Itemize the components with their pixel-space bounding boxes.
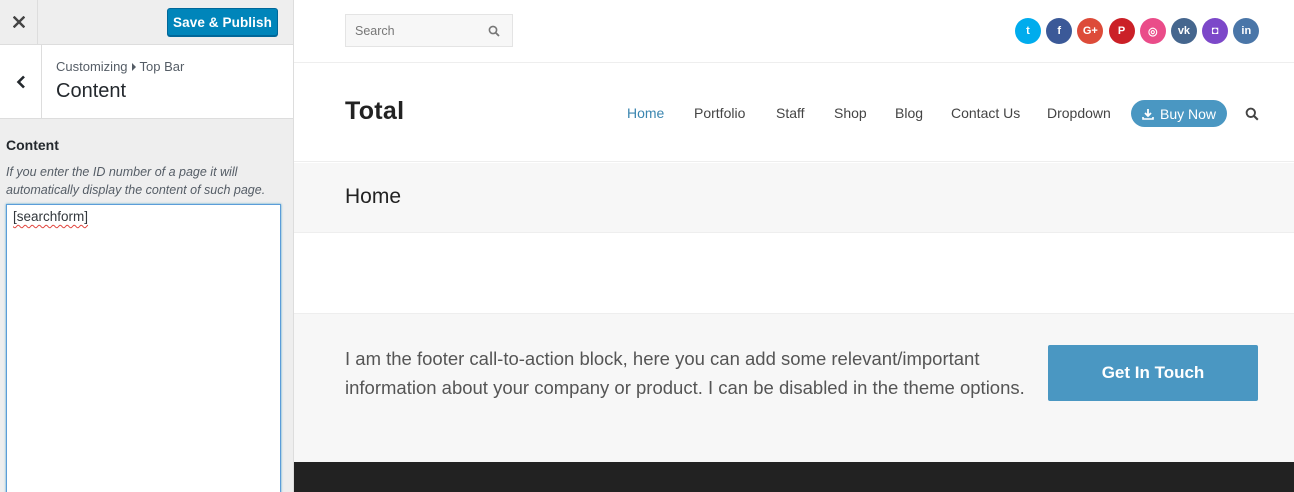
google-plus-icon[interactable]: G+ (1077, 18, 1104, 44)
buy-now-button[interactable]: Buy Now (1131, 100, 1227, 127)
nav-item-contact-us[interactable]: Contact Us (951, 105, 1020, 121)
breadcrumb: Customizing Top Bar (56, 59, 184, 74)
search-input[interactable] (346, 15, 486, 46)
page-title: Home (345, 185, 402, 208)
save-publish-button[interactable]: Save & Publish (167, 8, 278, 36)
section-title: Content (56, 80, 127, 102)
back-button[interactable] (0, 45, 42, 118)
nav-item-staff[interactable]: Staff (776, 105, 805, 121)
social-links: t f G+ P ◎ vk ◘ in (1015, 18, 1265, 44)
search-icon[interactable] (488, 25, 500, 37)
vk-icon[interactable]: vk (1170, 18, 1197, 44)
nav-item-home[interactable]: Home (627, 105, 664, 121)
site-footer (294, 462, 1294, 492)
top-bar: tfG+P◎vk◘in (294, 0, 1294, 63)
download-icon (1142, 108, 1154, 120)
close-customizer-button[interactable] (0, 0, 38, 44)
nav-item-shop[interactable]: Shop (834, 105, 867, 121)
instagram-icon[interactable]: ◘ (1202, 18, 1229, 44)
close-icon (12, 16, 25, 28)
site-logo[interactable]: Total (345, 97, 404, 126)
customizer-sidebar: Save & Publish Customizing Top Bar Conten… (0, 0, 294, 492)
caret-right-icon (131, 63, 136, 72)
top-bar-search (345, 14, 513, 47)
nav-item-portfolio[interactable]: Portfolio (694, 105, 745, 121)
get-in-touch-button[interactable]: Get In Touch (1048, 345, 1258, 401)
breadcrumb-current: Top Bar (139, 59, 185, 74)
cta-text: I am the footer call-to-action block, he… (345, 348, 1025, 398)
nav-item-dropdown[interactable]: Dropdown (1047, 105, 1111, 121)
chevron-left-icon (16, 75, 25, 88)
control-label: Content (6, 137, 59, 153)
facebook-icon[interactable]: f (1046, 18, 1073, 44)
content-textarea[interactable] (6, 204, 281, 492)
dribbble-icon[interactable]: ◎ (1139, 18, 1166, 44)
footer-cta: I am the footer call-to-action block, he… (294, 313, 1294, 462)
breadcrumb-parent: Customizing (56, 59, 128, 74)
search-icon[interactable] (1245, 107, 1259, 121)
buy-now-label: Buy Now (1159, 105, 1217, 122)
twitter-icon[interactable]: t (1015, 18, 1041, 44)
section-header: Customizing Top Bar Content (0, 45, 293, 119)
site-header: Total Home Portfolio Staff Shop Blog Con… (294, 63, 1294, 162)
customizer-header: Save & Publish (0, 0, 293, 45)
linkedin-icon[interactable]: in (1233, 18, 1260, 44)
site-preview: tfG+P◎vk◘in Total Home Portfolio Staff S… (294, 0, 1294, 492)
nav-item-blog[interactable]: Blog (895, 105, 923, 121)
pinterest-icon[interactable]: P (1108, 18, 1135, 44)
page-header: Home (294, 163, 1294, 233)
control-description: If you enter the ID number of a page it … (6, 165, 266, 197)
